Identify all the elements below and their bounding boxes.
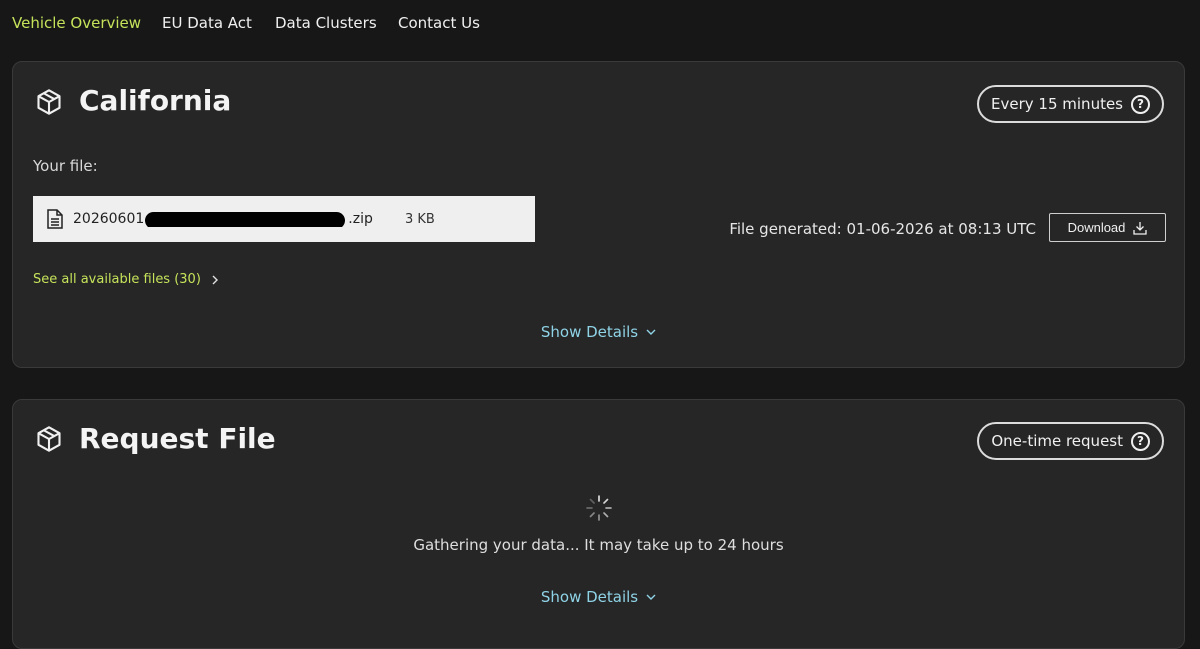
nav-data-clusters[interactable]: Data Clusters: [275, 14, 377, 32]
document-icon: [47, 209, 63, 229]
frequency-label: One-time request: [991, 432, 1123, 450]
redaction-mark: [145, 212, 345, 227]
gathering-status: Gathering your data... It may take up to…: [413, 536, 784, 554]
frequency-badge[interactable]: One-time request ?: [977, 422, 1164, 460]
nav-contact-us[interactable]: Contact Us: [398, 14, 480, 32]
card-title: Request File: [79, 422, 276, 455]
help-icon[interactable]: ?: [1131, 431, 1150, 451]
download-icon: [1133, 221, 1148, 235]
your-file-label: Your file:: [33, 157, 98, 175]
package-icon: [37, 426, 61, 452]
request-file-card: Request File One-time request ? Gatherin…: [12, 399, 1185, 649]
download-button[interactable]: Download: [1049, 213, 1166, 242]
nav-eu-data-act[interactable]: EU Data Act: [162, 14, 252, 32]
show-details-button[interactable]: Show Details: [541, 588, 656, 606]
see-all-label: See all available files (30): [33, 272, 201, 287]
file-name: 20260601 .zip: [73, 211, 393, 227]
chevron-down-icon: [646, 594, 656, 600]
show-details-label: Show Details: [540, 323, 639, 341]
see-all-files-link[interactable]: See all available files (30): [33, 272, 219, 287]
file-row[interactable]: 20260601 .zip 3 KB: [33, 196, 535, 242]
show-details-row: Show Details: [13, 323, 1184, 341]
show-details-row: Show Details: [13, 588, 1184, 606]
show-details-label: Show Details: [540, 588, 639, 606]
chevron-right-icon: [212, 275, 218, 284]
file-generated-timestamp: File generated: 01-06-2026 at 08:13 UTC: [729, 220, 1036, 238]
loading-spinner-icon: [586, 495, 612, 521]
file-name-suffix: .zip: [348, 211, 373, 227]
california-card: California Every 15 minutes ? Your file:…: [12, 61, 1185, 368]
nav-vehicle-overview[interactable]: Vehicle Overview: [12, 14, 141, 32]
chevron-down-icon: [646, 329, 656, 335]
file-name-prefix: 20260601: [73, 211, 145, 227]
show-details-button[interactable]: Show Details: [541, 323, 656, 341]
frequency-label: Every 15 minutes: [991, 95, 1123, 113]
package-icon: [37, 89, 61, 115]
card-title: California: [79, 84, 232, 117]
frequency-badge[interactable]: Every 15 minutes ?: [977, 85, 1164, 123]
file-size: 3 KB: [405, 211, 435, 227]
top-nav: Vehicle Overview EU Data Act Data Cluste…: [0, 0, 1200, 48]
help-icon[interactable]: ?: [1131, 94, 1150, 114]
download-label: Download: [1067, 220, 1126, 235]
